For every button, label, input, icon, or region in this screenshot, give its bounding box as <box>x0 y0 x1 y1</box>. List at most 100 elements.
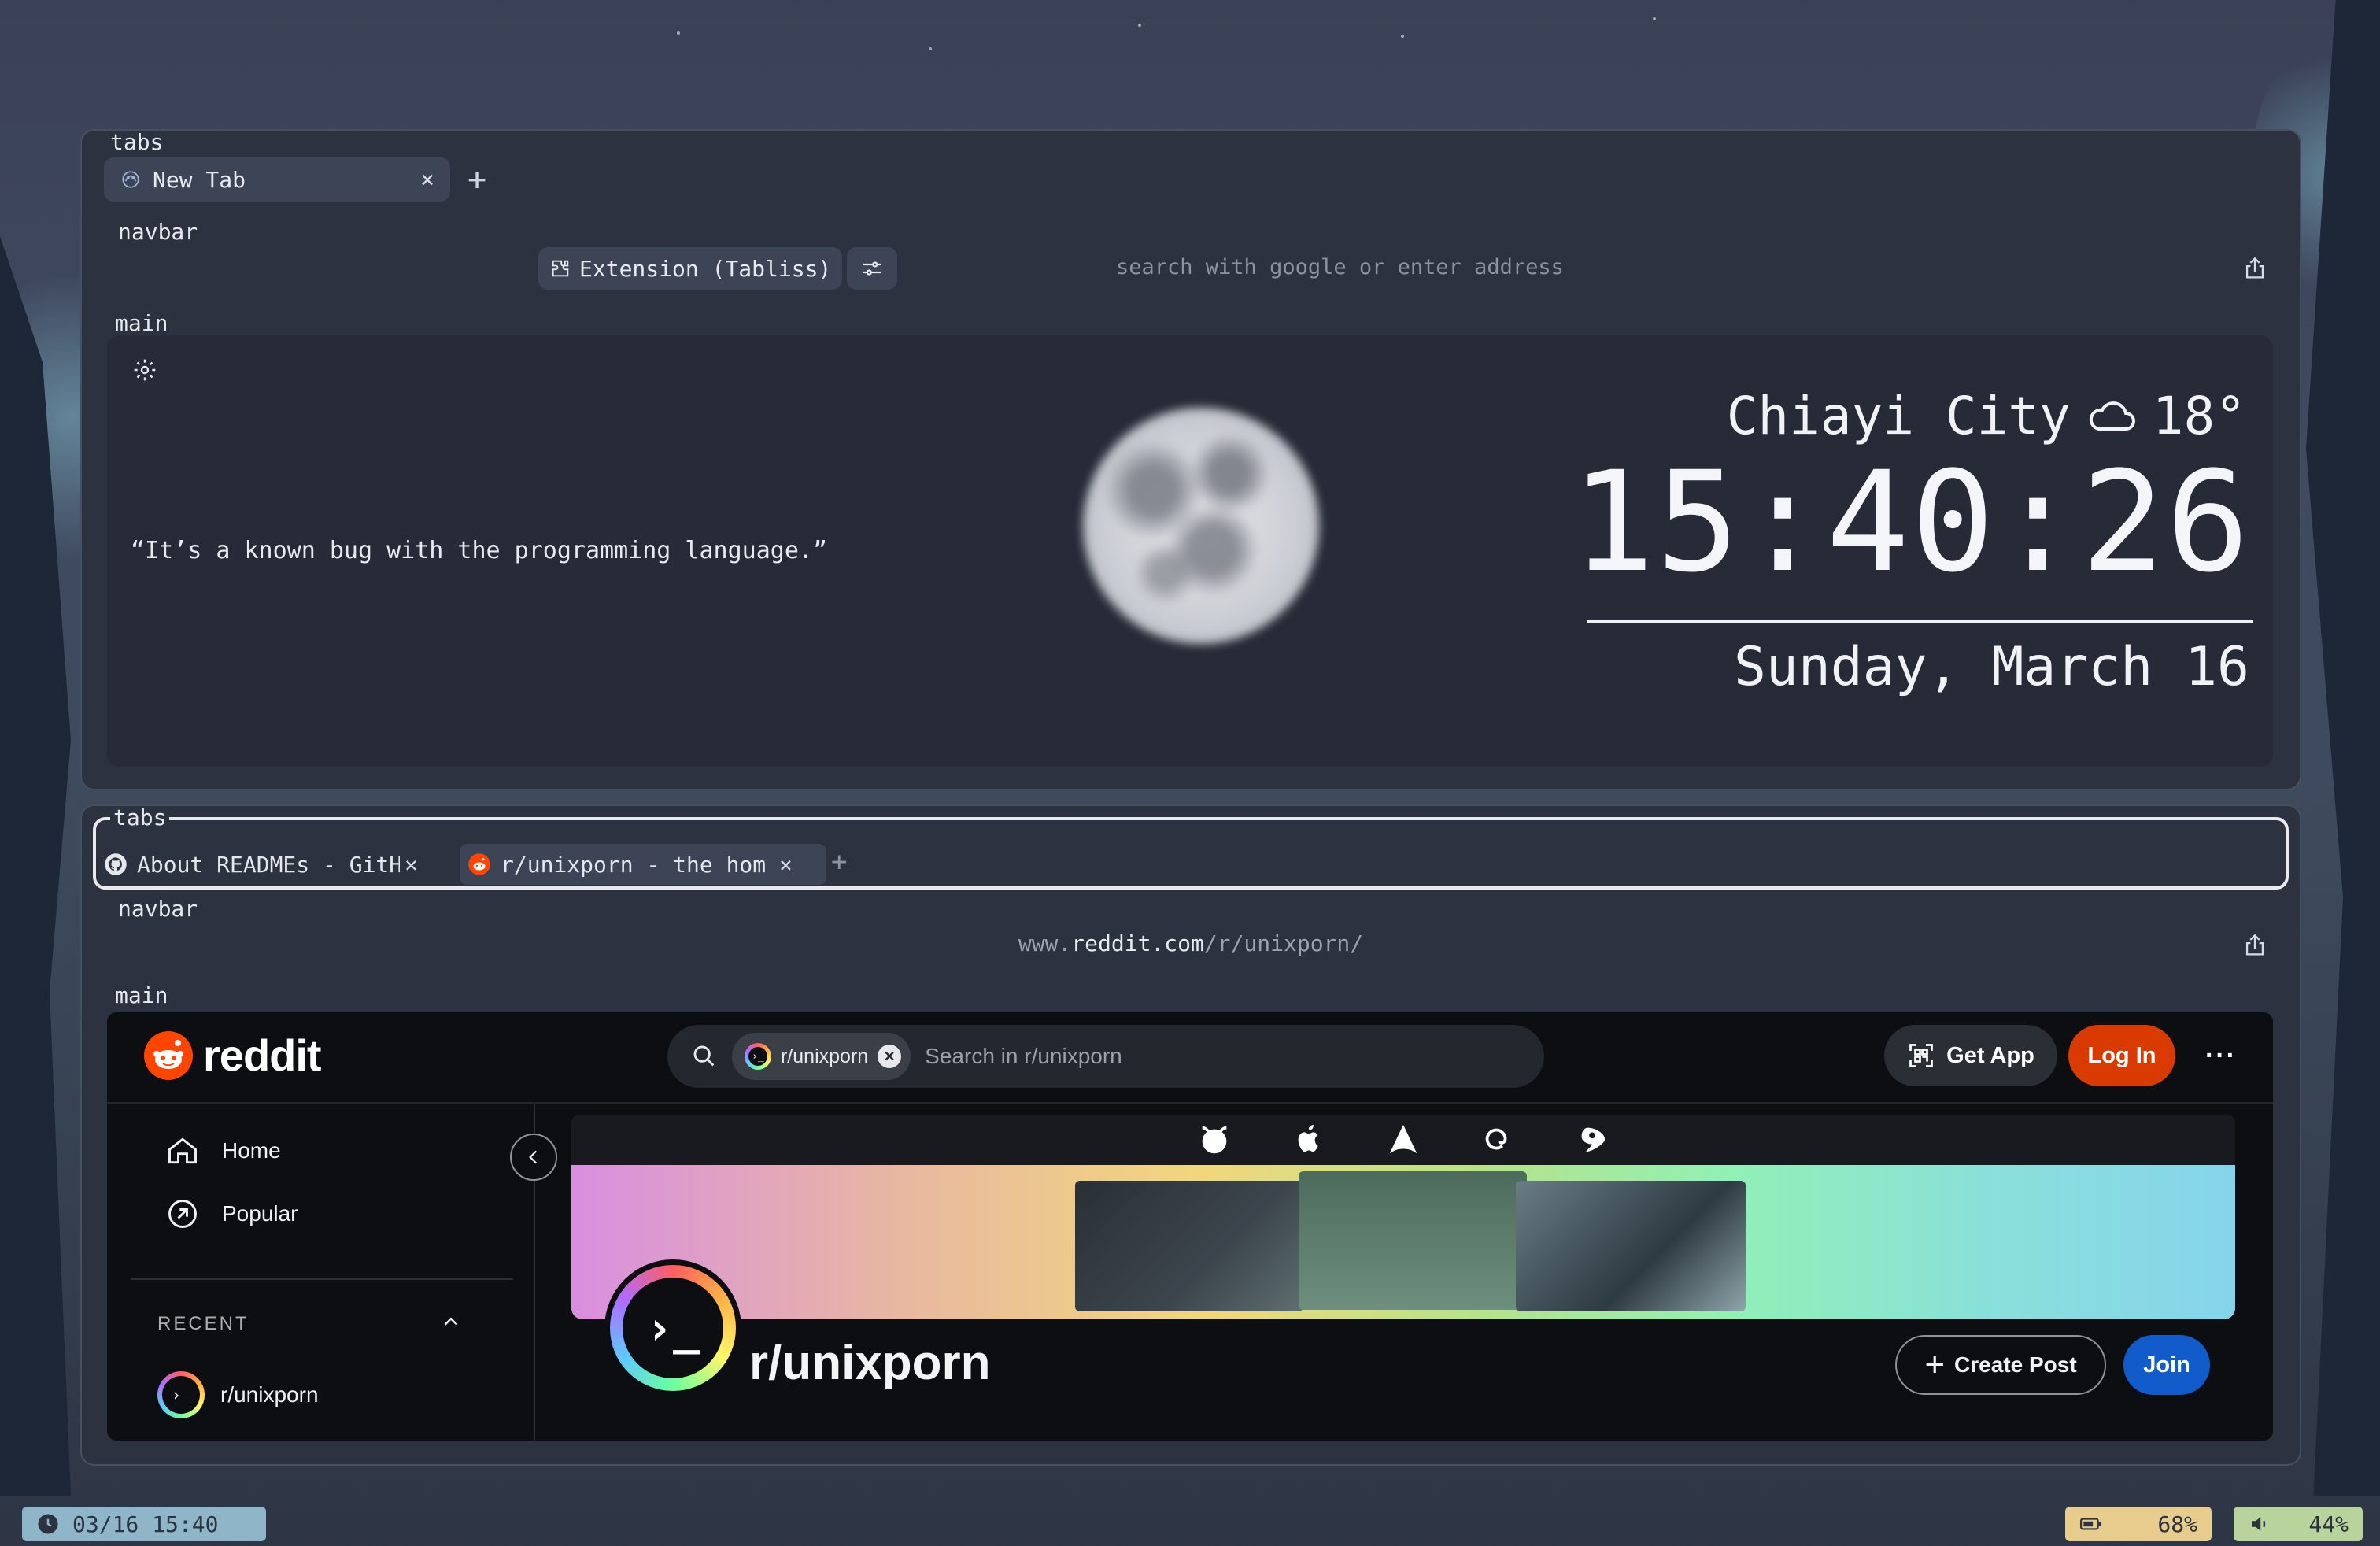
search-scope-chip[interactable]: ›_ r/unixporn × <box>732 1033 911 1080</box>
reddit-wordmark: reddit <box>203 1030 322 1080</box>
tab-close-icon[interactable]: × <box>405 852 418 878</box>
tab-new-tab[interactable]: New Tab × <box>104 157 450 202</box>
weather-temperature: 18° <box>2152 386 2246 446</box>
search-icon <box>693 1045 715 1067</box>
clock-divider <box>1587 620 2252 623</box>
speaker-icon <box>2252 1517 2266 1531</box>
banner-screenshot <box>1516 1181 1746 1311</box>
sidebar-item-label: Home <box>222 1138 281 1163</box>
recent-section-label: RECENT <box>157 1313 249 1334</box>
battery-icon <box>2080 1518 2101 1530</box>
moon-background-image <box>1083 408 1319 644</box>
tab-title: r/unixporn - the hom <box>501 851 767 878</box>
recent-item-label: r/unixporn <box>220 1382 319 1407</box>
share-icon[interactable] <box>2241 932 2268 959</box>
freebsd-icon <box>1202 1126 1227 1154</box>
unixporn-icon: ›_ <box>157 1371 205 1418</box>
sidebar-item-label: Popular <box>222 1201 298 1226</box>
sliders-icon <box>863 261 881 276</box>
extension-chip-label: Extension (Tabliss) <box>579 255 832 282</box>
arch-linux-icon <box>1389 1124 1417 1154</box>
get-app-label: Get App <box>1946 1042 2034 1068</box>
search-input[interactable]: ›_ r/unixporn × Search in r/unixporn <box>667 1025 1544 1088</box>
browser-window-reddit: About READMEs - GitH × r/unixporn - the … <box>80 804 2301 1466</box>
reddit-page: reddit ›_ r/unixporn × Search in r/unixp… <box>107 1012 2273 1441</box>
url-path: /r/unixporn/ <box>1203 930 1364 956</box>
github-icon <box>105 853 127 875</box>
subreddit-banner <box>571 1165 2235 1319</box>
gear-icon[interactable] <box>132 357 157 383</box>
status-battery: 68% <box>2065 1507 2212 1541</box>
reddit-snoo-icon <box>144 1030 193 1080</box>
subreddit-avatar-glyph: ›_ <box>623 1278 723 1378</box>
new-tab-button[interactable]: + <box>831 849 847 875</box>
chevron-up-icon[interactable] <box>439 1310 463 1333</box>
status-clock: 03/16 15:40 <box>22 1507 266 1541</box>
home-icon <box>168 1137 197 1164</box>
sidebar-item-popular[interactable]: Popular <box>165 1196 298 1231</box>
navbar-section-label: navbar <box>118 896 198 922</box>
reddit-sidebar: Home Popular RECENT ›_ r/unixporn <box>107 1104 535 1441</box>
collapse-sidebar-button[interactable] <box>510 1134 557 1181</box>
subreddit-avatar: ›_ <box>604 1259 741 1396</box>
create-post-button[interactable]: + Create Post <box>1895 1335 2106 1395</box>
debian-icon <box>1485 1128 1507 1150</box>
weather-location: Chiayi City <box>1726 386 2071 446</box>
extension-chip[interactable]: Extension (Tabliss) <box>538 247 843 290</box>
get-app-button[interactable]: Get App <box>1884 1025 2057 1086</box>
sidebar-item-home[interactable]: Home <box>165 1134 281 1168</box>
share-icon[interactable] <box>2241 255 2268 282</box>
more-options-icon[interactable]: ··· <box>2197 1025 2245 1086</box>
tab-about-readmes[interactable]: About READMEs - GitH × <box>104 844 434 885</box>
tabliss-icon <box>120 168 142 190</box>
status-volume-text: 44% <box>2308 1511 2349 1537</box>
navbar-section-label: navbar <box>118 219 198 245</box>
gentoo-icon <box>1581 1127 1606 1152</box>
puzzle-icon <box>552 260 569 277</box>
url-domain: reddit.com <box>1071 930 1204 956</box>
status-battery-text: 68% <box>2157 1511 2197 1537</box>
reddit-icon <box>468 853 490 875</box>
qr-code-icon <box>1909 1044 1933 1067</box>
clear-scope-icon[interactable]: × <box>878 1045 902 1068</box>
recent-item-unixporn[interactable]: ›_ r/unixporn <box>157 1371 319 1418</box>
unixporn-icon: ›_ <box>745 1043 771 1070</box>
cloud-icon <box>2089 401 2135 431</box>
new-tab-button[interactable]: + <box>468 164 486 195</box>
tab-title: About READMEs - GitH <box>137 851 400 878</box>
popular-arrow-icon <box>168 1200 197 1228</box>
main-section-label: main <box>115 310 168 336</box>
search-placeholder: Search in r/unixporn <box>925 1044 1122 1068</box>
status-clock-text: 03/16 15:40 <box>72 1511 219 1537</box>
tab-unixporn[interactable]: r/unixporn - the hom × <box>460 844 826 885</box>
reddit-header: reddit ›_ r/unixporn × Search in r/unixp… <box>107 1012 2273 1104</box>
chevron-left-icon <box>529 1150 538 1164</box>
tabs-section-label: tabs <box>110 806 170 830</box>
page-settings-button[interactable] <box>847 247 897 290</box>
search-scope-label: r/unixporn <box>781 1045 869 1067</box>
tab-close-icon[interactable]: × <box>779 852 793 878</box>
create-post-label: Create Post <box>1954 1352 2077 1377</box>
banner-screenshot <box>1075 1181 1303 1311</box>
address-bar[interactable]: www.reddit.com/r/unixporn/ <box>1018 930 1363 956</box>
clock-icon <box>38 1514 58 1534</box>
browser-window-newtab: tabs New Tab × + navbar Extension (Tabli… <box>80 129 2301 790</box>
banner-os-icons <box>571 1115 2235 1165</box>
subreddit-title: r/unixporn <box>749 1336 991 1390</box>
log-in-button[interactable]: Log In <box>2068 1025 2175 1086</box>
url-prefix: www. <box>1018 930 1072 956</box>
banner-screenshot <box>1299 1171 1527 1310</box>
quote-text: “It’s a known bug with the programming l… <box>131 537 828 564</box>
tab-strip: About READMEs - GitH × r/unixporn - the … <box>93 817 2289 890</box>
clock-time: 15:40:26 <box>1571 442 2251 603</box>
reddit-logo[interactable]: reddit <box>143 1030 322 1081</box>
tab-close-icon[interactable]: × <box>420 166 434 194</box>
join-button[interactable]: Join <box>2123 1335 2210 1395</box>
tabliss-newtab-page: “It’s a known bug with the programming l… <box>107 335 2273 767</box>
tab-title: New Tab <box>153 166 246 193</box>
address-bar[interactable]: search with google or enter address <box>1116 255 1564 279</box>
tabs-section-label: tabs <box>110 129 164 155</box>
sidebar-divider <box>131 1278 513 1280</box>
status-volume: 44% <box>2234 1507 2363 1541</box>
main-section-label: main <box>115 982 168 1008</box>
